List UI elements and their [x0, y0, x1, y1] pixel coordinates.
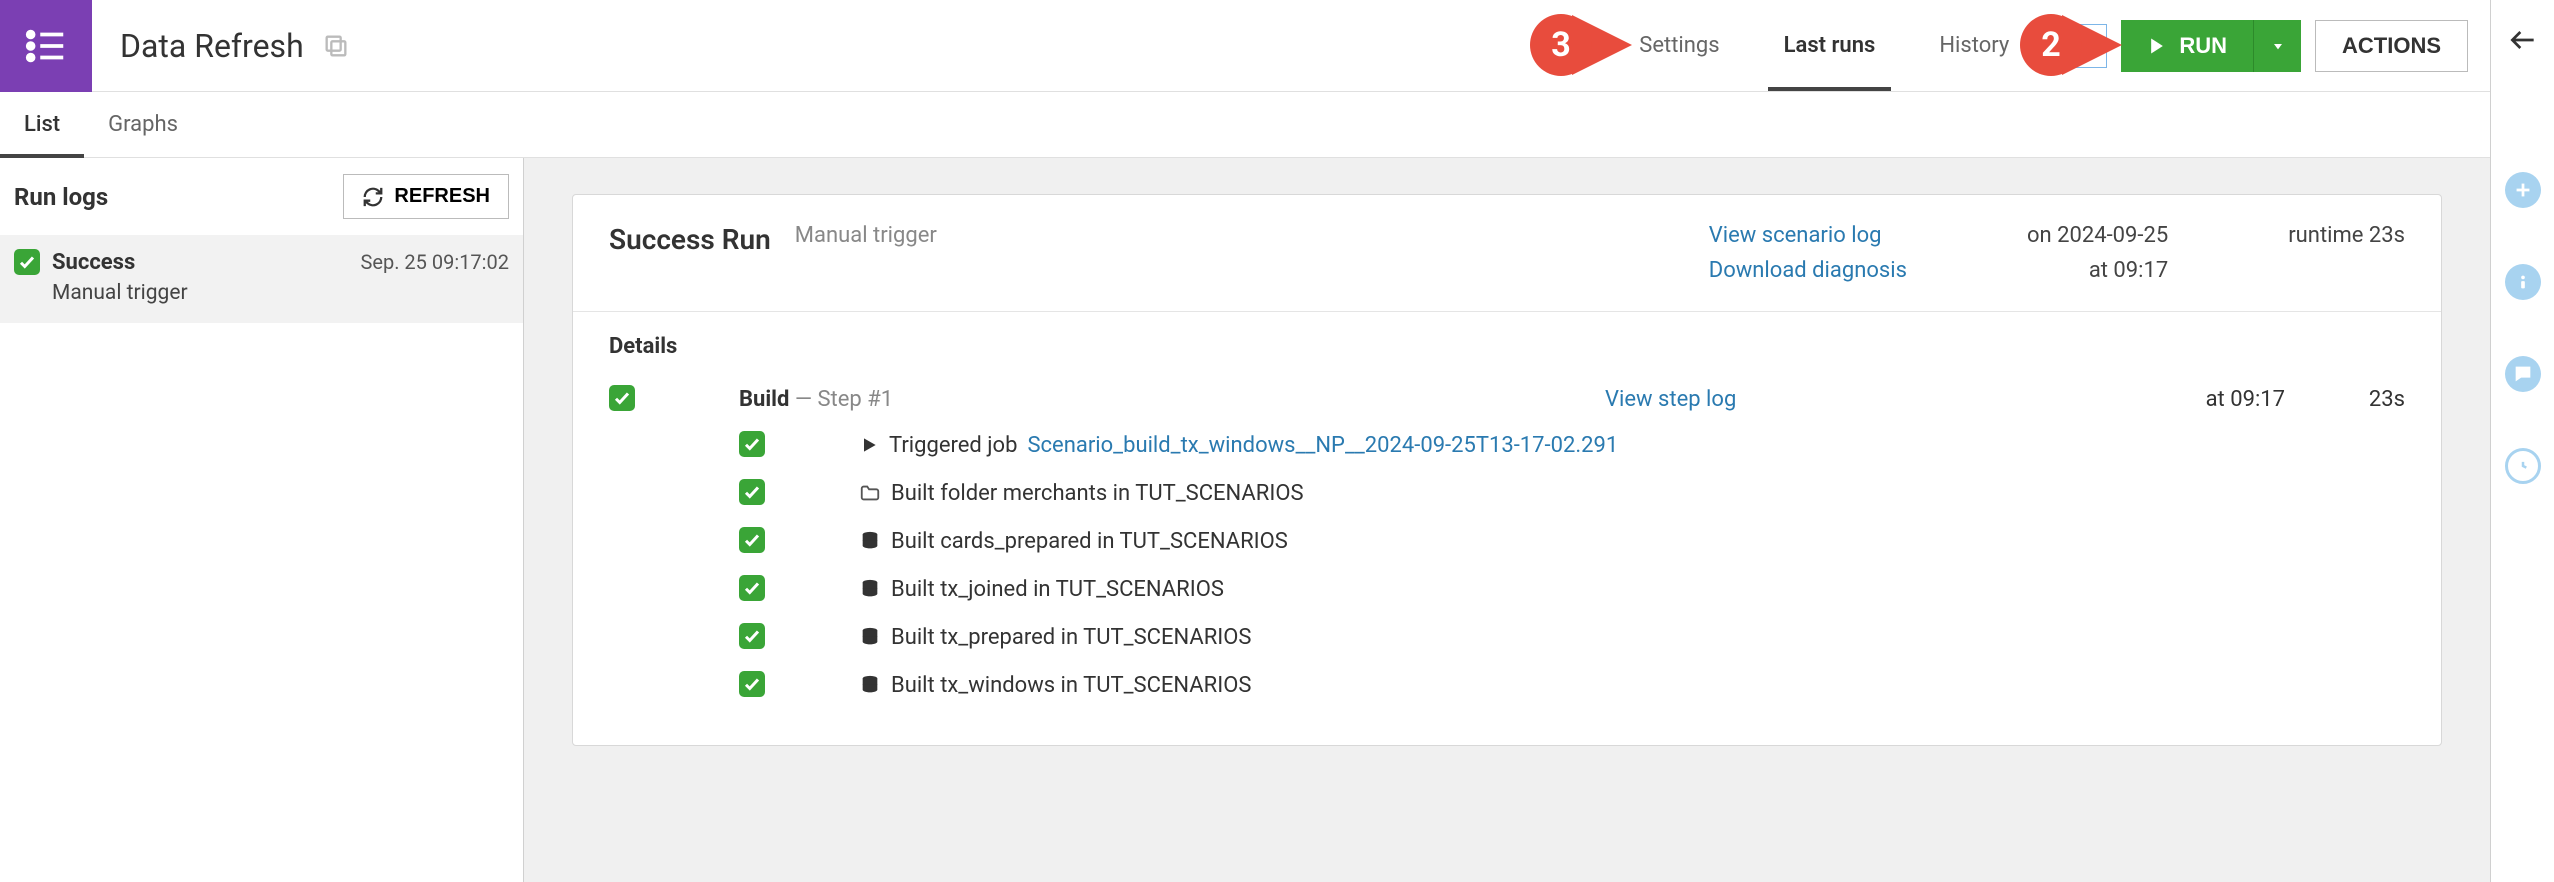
view-scenario-log-link[interactable]: View scenario log — [1709, 223, 1907, 248]
run-button[interactable]: RUN — [2121, 20, 2253, 72]
run-trigger: Manual trigger — [52, 281, 509, 305]
clock-icon — [2513, 456, 2533, 476]
details-label: Details — [609, 334, 2405, 359]
plus-icon — [2512, 179, 2534, 201]
build-row: Built tx_windows in TUT_SCENARIOS — [739, 661, 2405, 709]
check-icon — [739, 671, 765, 697]
play-solid-icon — [859, 435, 879, 455]
database-icon — [859, 578, 881, 600]
run-label: RUN — [2179, 33, 2227, 59]
check-icon — [739, 575, 765, 601]
run-card-trigger: Manual trigger — [795, 223, 937, 248]
actions-button[interactable]: ACTIONS — [2315, 20, 2468, 72]
nav-history[interactable]: History — [1907, 0, 2041, 91]
build-text: Built tx_prepared in TUT_SCENARIOS — [891, 625, 1251, 650]
page-title: Data Refresh — [120, 27, 304, 65]
back-button[interactable] — [2507, 24, 2539, 56]
run-timestamp: Sep. 25 09:17:02 — [360, 250, 509, 274]
refresh-button[interactable]: REFRESH — [343, 174, 509, 219]
chat-icon — [2512, 363, 2534, 385]
refresh-label: REFRESH — [394, 185, 490, 208]
arrow-left-icon — [2507, 24, 2539, 56]
build-text: Built cards_prepared in TUT_SCENARIOS — [891, 529, 1288, 554]
play-icon — [2147, 36, 2167, 56]
step-number: — Step #1 — [789, 387, 893, 412]
view-step-log-link[interactable]: View step log — [1605, 387, 2005, 412]
step-name: Build — [739, 387, 789, 412]
job-row: Triggered job Scenario_build_tx_windows_… — [739, 421, 2405, 469]
database-icon — [859, 626, 881, 648]
build-text: Built tx_joined in TUT_SCENARIOS — [891, 577, 1224, 602]
save-button[interactable] — [2063, 24, 2107, 68]
build-row: Built tx_prepared in TUT_SCENARIOS — [739, 613, 2405, 661]
step-time: at 09:17 — [2005, 387, 2285, 412]
list-icon — [23, 23, 69, 69]
run-time: at 09:17 — [2089, 258, 2168, 283]
build-row: Built cards_prepared in TUT_SCENARIOS — [739, 517, 2405, 565]
step-row: Build — Step #1 View step log at 09:17 2… — [609, 377, 2405, 421]
subtab-graphs[interactable]: Graphs — [84, 92, 202, 157]
run-card-title: Success Run — [609, 223, 771, 256]
run-date: on 2024-09-25 — [2027, 223, 2168, 248]
check-icon — [739, 431, 765, 457]
build-row: Built folder merchants in TUT_SCENARIOS — [739, 469, 2405, 517]
run-dropdown[interactable] — [2253, 20, 2301, 72]
rail-chat-button[interactable] — [2505, 356, 2541, 392]
check-icon — [739, 479, 765, 505]
check-icon — [739, 623, 765, 649]
database-icon — [859, 674, 881, 696]
job-prefix: Triggered job — [889, 433, 1017, 458]
copy-icon[interactable] — [322, 32, 350, 60]
check-icon — [739, 527, 765, 553]
rail-add-button[interactable] — [2505, 172, 2541, 208]
subtab-list[interactable]: List — [0, 92, 84, 157]
check-icon — [609, 385, 635, 411]
nav-last-runs[interactable]: Last runs — [1752, 0, 1908, 91]
info-icon — [2512, 271, 2534, 293]
build-row: Built tx_joined in TUT_SCENARIOS — [739, 565, 2405, 613]
caret-down-icon — [2270, 38, 2286, 54]
menu-button[interactable] — [0, 0, 92, 92]
folder-icon — [859, 482, 881, 504]
rail-info-button[interactable] — [2505, 264, 2541, 300]
run-log-entry[interactable]: Success Sep. 25 09:17:02 Manual trigger — [0, 235, 523, 323]
rail-history-button[interactable] — [2505, 448, 2541, 484]
check-icon — [14, 249, 40, 275]
run-logs-title: Run logs — [14, 183, 108, 211]
run-status: Success — [52, 250, 135, 275]
run-runtime: runtime 23s — [2288, 223, 2405, 248]
build-text: Built folder merchants in TUT_SCENARIOS — [891, 481, 1304, 506]
refresh-icon — [362, 186, 384, 208]
database-icon — [859, 530, 881, 552]
save-icon — [2073, 34, 2097, 58]
job-link[interactable]: Scenario_build_tx_windows__NP__2024-09-2… — [1027, 433, 1618, 458]
download-diagnosis-link[interactable]: Download diagnosis — [1709, 258, 1907, 283]
build-text: Built tx_windows in TUT_SCENARIOS — [891, 673, 1251, 698]
step-duration: 23s — [2285, 387, 2405, 412]
nav-settings[interactable]: Settings — [1607, 0, 1751, 91]
